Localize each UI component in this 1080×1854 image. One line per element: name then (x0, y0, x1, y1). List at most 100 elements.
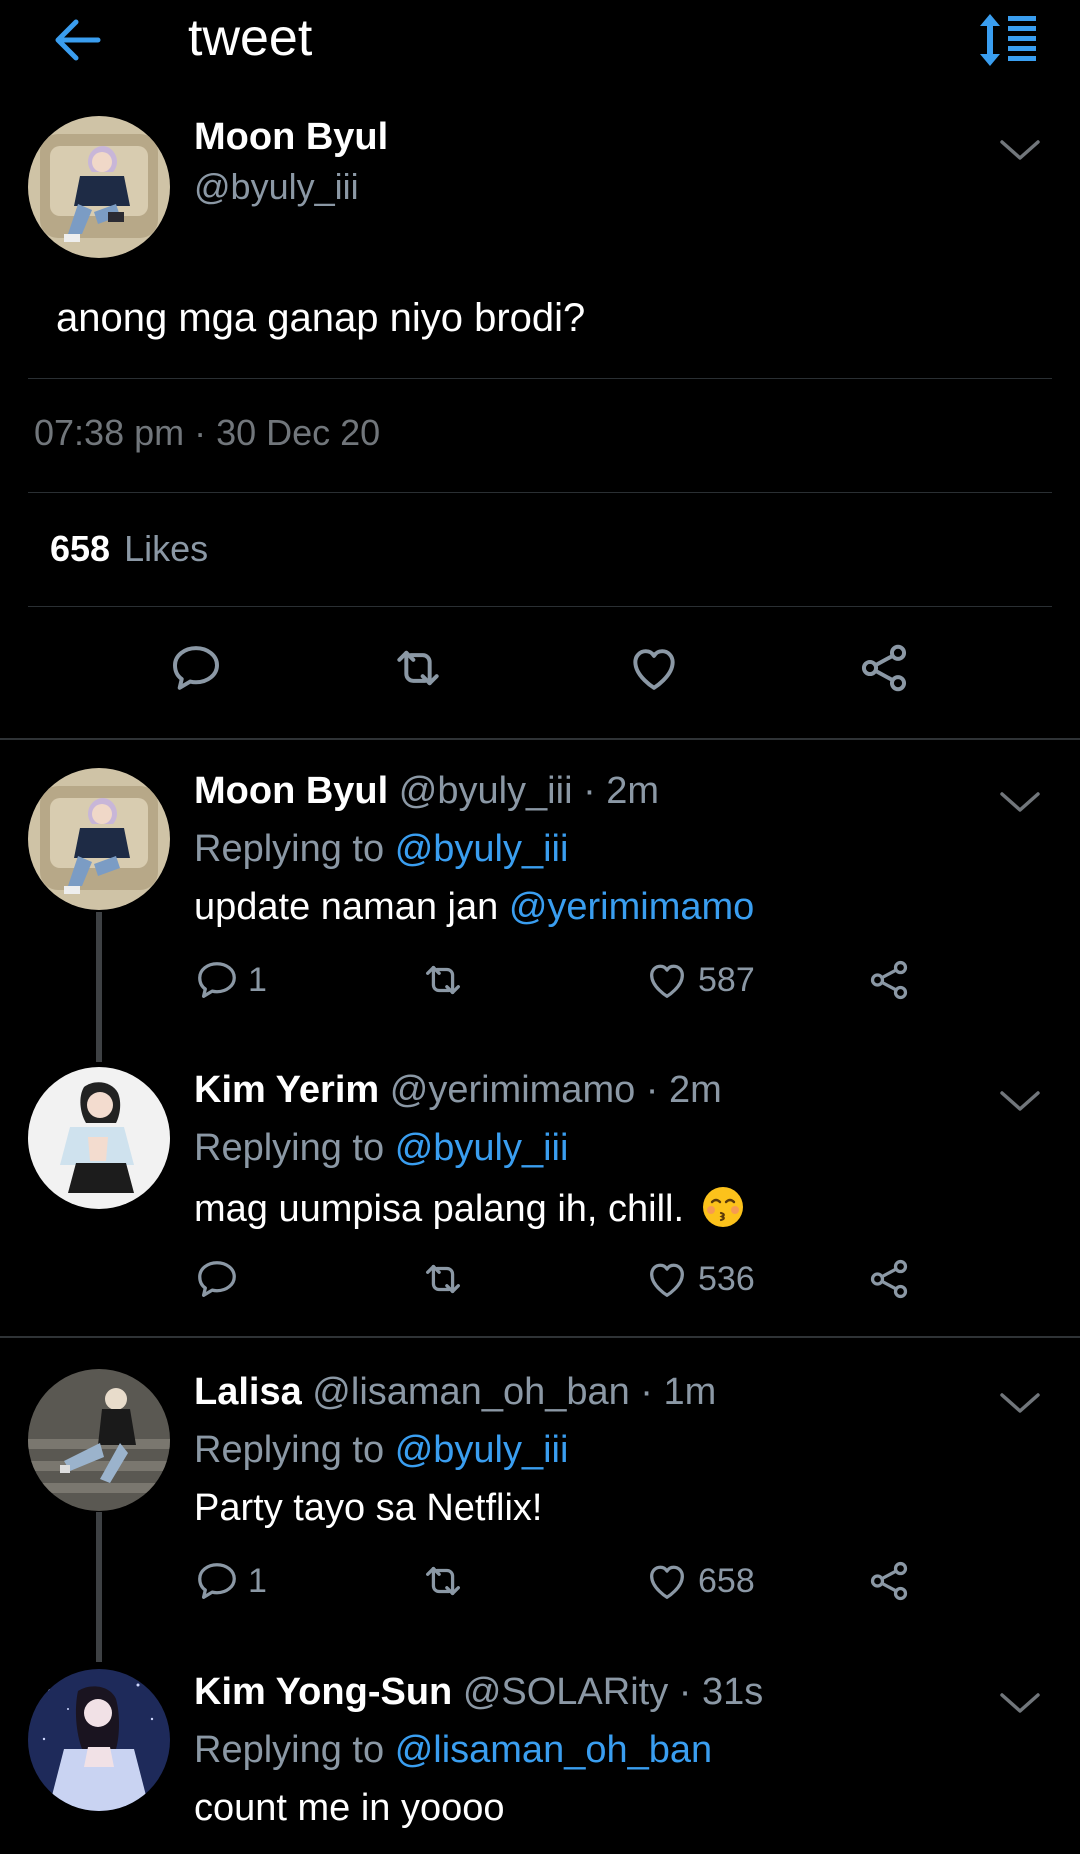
tweet-text: anong mga ganap niyo brodi? (56, 296, 586, 340)
reply-count: 1 (248, 1561, 267, 1600)
divider (28, 492, 1052, 493)
replying-to: Replying to @byuly_iii (194, 1429, 568, 1472)
like-icon (644, 1558, 690, 1604)
reply-actions: 1 587 (0, 950, 1080, 1010)
reply-meta: Lalisa @lisaman_oh_ban · 1m (194, 1371, 716, 1414)
author-handle[interactable]: @lisaman_oh_ban · 1m (312, 1371, 716, 1413)
sort-list-icon (980, 14, 1036, 66)
reply-icon (194, 1558, 240, 1604)
avatar[interactable] (28, 1669, 170, 1811)
reply-tweet[interactable]: Lalisa @lisaman_oh_ban · 1m Replying to … (0, 1341, 1080, 1641)
reply-count: 1 (248, 960, 267, 999)
replying-prefix: Replying to (194, 828, 385, 870)
reply-actions: 536 (0, 1249, 1080, 1309)
retweet-button[interactable] (420, 954, 466, 1006)
reply-button[interactable] (194, 1253, 248, 1305)
reply-tweet[interactable]: Kim Yerim @yerimimamo · 2m Replying to @… (0, 1039, 1080, 1339)
author-name[interactable]: Kim Yong-Sun (194, 1671, 452, 1713)
reply-icon (194, 1256, 240, 1302)
share-icon (866, 957, 912, 1003)
reply-tweet[interactable]: Moon Byul @byuly_iii · 2m Replying to @b… (0, 740, 1080, 1040)
share-icon[interactable] (856, 640, 912, 696)
avatar[interactable] (28, 1369, 170, 1511)
reply-button[interactable]: 1 (194, 954, 267, 1006)
chevron-down-icon[interactable] (998, 136, 1042, 164)
reply-button[interactable]: 1 (194, 1555, 267, 1607)
retweet-button[interactable] (420, 1253, 466, 1305)
reply-tweet[interactable]: Kim Yong-Sun @SOLARity · 31s Replying to… (0, 1641, 1080, 1854)
reply-text-content: mag uumpisa palang ih, chill. (194, 1188, 685, 1230)
avatar[interactable] (28, 768, 170, 910)
reply-text: Party tayo sa Netflix! (194, 1487, 543, 1529)
retweet-icon (420, 1256, 466, 1302)
avatar[interactable] (28, 1067, 170, 1209)
retweet-button[interactable] (420, 1555, 466, 1607)
reply-meta: Moon Byul @byuly_iii · 2m (194, 770, 659, 813)
author-handle[interactable]: @byuly_iii · 2m (399, 770, 659, 812)
share-button[interactable] (866, 1555, 912, 1607)
author-name[interactable]: Moon Byul (194, 116, 388, 159)
reply-icon[interactable] (168, 640, 224, 696)
reply-text: mag uumpisa palang ih, chill. (194, 1185, 745, 1231)
like-count: 587 (698, 960, 755, 999)
kissing-face-emoji (702, 1187, 743, 1227)
likes-count: 658 (50, 528, 111, 569)
replying-prefix: Replying to (194, 1127, 385, 1169)
share-button[interactable] (866, 954, 912, 1006)
replying-to: Replying to @byuly_iii (194, 828, 568, 871)
divider (28, 378, 1052, 379)
like-button[interactable]: 536 (644, 1253, 755, 1305)
like-icon (644, 957, 690, 1003)
main-tweet: Moon Byul @byuly_iii anong mga ganap niy… (0, 100, 1080, 740)
retweet-icon (420, 1558, 466, 1604)
avatar[interactable] (28, 116, 170, 258)
like-button[interactable]: 587 (644, 954, 755, 1006)
divider (28, 606, 1052, 607)
chevron-down-icon[interactable] (998, 788, 1042, 816)
arrow-left-icon (55, 19, 101, 61)
replying-to: Replying to @byuly_iii (194, 1127, 568, 1170)
chevron-down-icon[interactable] (998, 1389, 1042, 1417)
replying-prefix: Replying to (194, 1729, 385, 1771)
likes-label: Likes (124, 528, 209, 569)
author-name[interactable]: Lalisa (194, 1371, 302, 1413)
likes-summary[interactable]: 658 Likes (50, 528, 208, 570)
replying-to-link[interactable]: @byuly_iii (395, 1127, 569, 1169)
chevron-down-icon[interactable] (998, 1689, 1042, 1717)
sort-button[interactable] (978, 12, 1040, 68)
mention-link[interactable]: @yerimimamo (509, 886, 754, 928)
like-icon[interactable] (626, 640, 682, 696)
author-handle[interactable]: @byuly_iii (194, 166, 359, 208)
replying-prefix: Replying to (194, 1429, 385, 1471)
chevron-down-icon[interactable] (998, 1087, 1042, 1115)
reply-meta: Kim Yong-Sun @SOLARity · 31s (194, 1671, 763, 1714)
like-button[interactable]: 658 (644, 1555, 755, 1607)
share-icon (866, 1558, 912, 1604)
like-count: 536 (698, 1259, 755, 1298)
author-name[interactable]: Kim Yerim (194, 1069, 379, 1111)
back-button[interactable] (48, 12, 108, 68)
like-count: 658 (698, 1561, 755, 1600)
reply-text: count me in yoooo (194, 1787, 505, 1829)
reply-actions: 1 658 (0, 1551, 1080, 1611)
replying-to-link[interactable]: @byuly_iii (395, 1429, 569, 1471)
retweet-icon[interactable] (390, 640, 446, 696)
author-handle[interactable]: @SOLARity · 31s (463, 1671, 763, 1713)
like-icon (644, 1256, 690, 1302)
author-name[interactable]: Moon Byul (194, 770, 388, 812)
share-icon (866, 1256, 912, 1302)
tweet-timestamp: 07:38 pm · 30 Dec 20 (34, 412, 381, 453)
replying-to-link[interactable]: @byuly_iii (395, 828, 569, 870)
reply-icon (194, 957, 240, 1003)
reply-meta: Kim Yerim @yerimimamo · 2m (194, 1069, 722, 1112)
share-button[interactable] (866, 1253, 912, 1305)
reply-text-content: update naman jan (194, 886, 499, 928)
replying-to: Replying to @lisaman_oh_ban (194, 1729, 712, 1772)
page-title: tweet (188, 9, 313, 67)
author-handle[interactable]: @yerimimamo · 2m (390, 1069, 722, 1111)
section-divider (0, 1336, 1080, 1338)
top-app-bar: tweet (0, 0, 1080, 80)
retweet-icon (420, 957, 466, 1003)
reply-text: update naman jan @yerimimamo (194, 886, 754, 929)
replying-to-link[interactable]: @lisaman_oh_ban (395, 1729, 712, 1771)
